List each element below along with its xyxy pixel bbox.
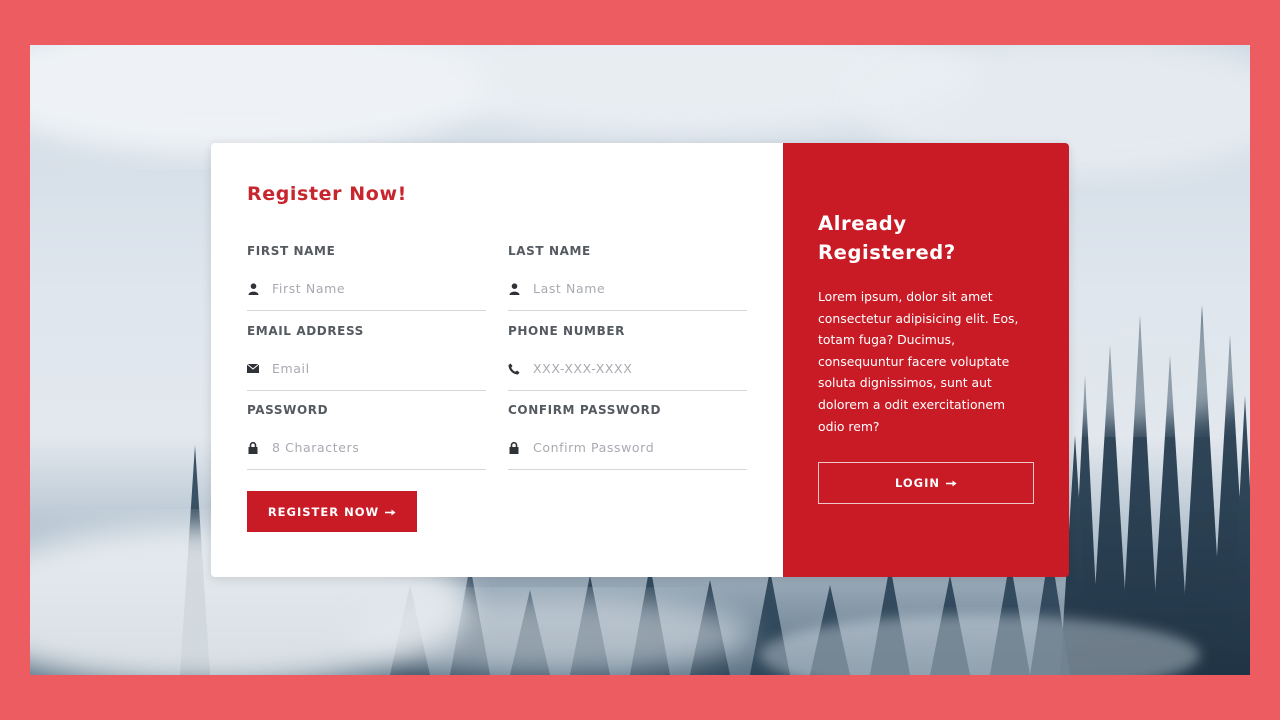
phone-field: PHONE NUMBER xyxy=(508,323,747,391)
envelope-icon xyxy=(247,363,259,375)
phone-icon xyxy=(508,363,520,375)
first-name-input[interactable] xyxy=(272,281,472,296)
phone-input[interactable] xyxy=(533,361,733,376)
last-name-input-row xyxy=(508,277,747,311)
password-label: PASSWORD xyxy=(247,403,329,417)
password-field: PASSWORD xyxy=(247,402,486,470)
first-name-input-row xyxy=(247,277,486,311)
login-button-label: LOGIN xyxy=(894,476,941,490)
login-panel-title-line1: Already xyxy=(818,212,907,235)
login-panel-text: Lorem ipsum, dolor sit amet consectetur … xyxy=(818,289,1019,434)
email-input[interactable] xyxy=(272,361,472,376)
first-name-label: FIRST NAME xyxy=(247,244,336,258)
login-panel: Already Registered? Lorem ipsum, dolor s… xyxy=(783,143,1069,577)
email-input-row xyxy=(247,357,486,391)
arrow-right-icon xyxy=(385,505,396,519)
lock-icon xyxy=(508,441,520,454)
confirm-password-field: CONFIRM PASSWORD xyxy=(508,402,747,470)
first-name-field: FIRST NAME xyxy=(247,243,486,311)
password-input-row xyxy=(247,436,486,470)
email-field: EMAIL ADDRESS xyxy=(247,323,486,391)
confirm-password-input-row xyxy=(508,436,747,470)
register-card: Register Now! FIRST NAME LAST NAME xyxy=(211,143,1069,577)
email-label: EMAIL ADDRESS xyxy=(247,324,364,338)
register-form-panel: Register Now! FIRST NAME LAST NAME xyxy=(211,143,783,577)
login-panel-title: Already Registered? xyxy=(818,209,1038,267)
user-icon xyxy=(508,282,520,295)
arrow-right-icon xyxy=(946,476,957,490)
register-now-label: REGISTER NOW xyxy=(267,504,380,519)
phone-input-row xyxy=(508,357,747,391)
register-now-button[interactable]: REGISTER NOW xyxy=(247,491,417,532)
last-name-field: LAST NAME xyxy=(508,243,747,311)
form-title: Register Now! xyxy=(247,183,407,205)
user-icon xyxy=(247,282,259,295)
login-button[interactable]: LOGIN xyxy=(818,462,1034,504)
lock-icon xyxy=(247,441,259,454)
phone-label: PHONE NUMBER xyxy=(508,324,625,338)
password-input[interactable] xyxy=(272,440,472,455)
confirm-password-label: CONFIRM PASSWORD xyxy=(508,403,662,417)
last-name-label: LAST NAME xyxy=(508,244,591,258)
confirm-password-input[interactable] xyxy=(533,440,733,455)
last-name-input[interactable] xyxy=(533,281,733,296)
login-panel-title-line2: Registered? xyxy=(818,241,956,264)
